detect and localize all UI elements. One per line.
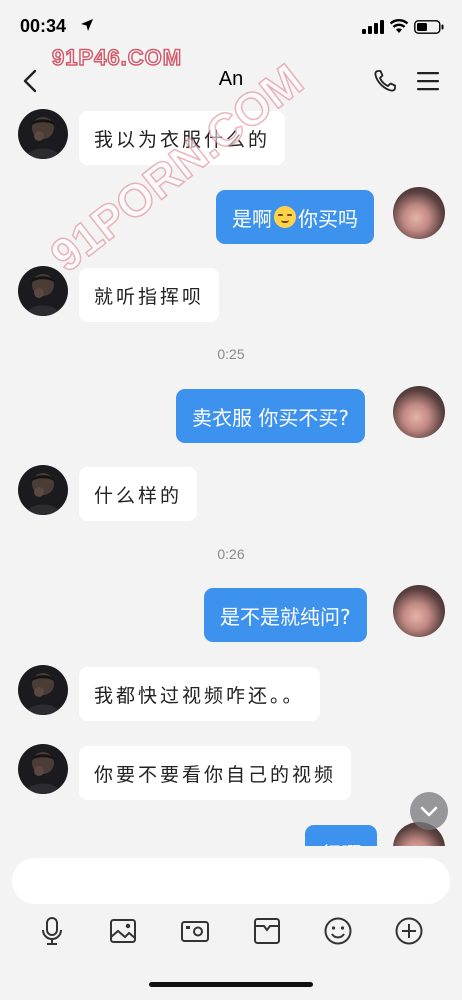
microphone-icon[interactable] bbox=[37, 916, 67, 946]
message-incoming[interactable]: 我以为衣服什么的 bbox=[79, 111, 286, 165]
contact-avatar[interactable] bbox=[18, 109, 68, 159]
contact-avatar[interactable] bbox=[18, 266, 68, 316]
contact-avatar[interactable] bbox=[18, 665, 68, 715]
message-timestamp: 0:26 bbox=[217, 546, 245, 562]
message-text: 你买吗 bbox=[298, 206, 358, 231]
composer-bar bbox=[0, 846, 462, 1000]
message-outgoing[interactable]: 是不是就纯问? bbox=[204, 588, 367, 642]
person-avatar-icon bbox=[26, 117, 60, 159]
message-outgoing[interactable]: 卖衣服 你买不买? bbox=[176, 389, 365, 443]
home-indicator bbox=[149, 982, 313, 987]
scroll-to-bottom-button[interactable] bbox=[410, 792, 448, 830]
message-outgoing[interactable]: 是啊 你买吗 bbox=[216, 190, 374, 244]
phone-call-icon[interactable] bbox=[372, 68, 398, 94]
message-text: 是啊 bbox=[232, 206, 272, 231]
person-avatar-icon bbox=[26, 473, 60, 515]
person-avatar-icon bbox=[26, 673, 60, 715]
wifi-icon bbox=[389, 19, 409, 33]
my-avatar[interactable] bbox=[393, 386, 445, 438]
watermark-logo: 91P46.COM bbox=[51, 44, 183, 71]
camera-icon[interactable] bbox=[180, 916, 210, 946]
message-incoming[interactable]: 就听指挥呗 bbox=[79, 268, 220, 322]
message-incoming[interactable]: 什么样的 bbox=[79, 467, 198, 521]
blush-emoji-icon bbox=[274, 206, 296, 228]
emoji-icon[interactable] bbox=[323, 916, 353, 946]
plus-icon[interactable] bbox=[394, 916, 424, 946]
image-icon[interactable] bbox=[108, 916, 138, 946]
status-time: 00:34 bbox=[20, 16, 67, 36]
my-avatar[interactable] bbox=[393, 585, 445, 637]
inbox-icon[interactable] bbox=[252, 916, 282, 946]
my-avatar[interactable] bbox=[393, 187, 445, 239]
person-avatar-icon bbox=[26, 274, 60, 316]
menu-icon[interactable] bbox=[416, 70, 440, 92]
message-incoming[interactable]: 你要不要看你自己的视频 bbox=[79, 746, 352, 800]
battery-icon bbox=[414, 20, 444, 34]
message-input[interactable] bbox=[12, 858, 450, 904]
chevron-down-icon bbox=[420, 806, 438, 817]
location-arrow-icon bbox=[81, 19, 93, 31]
contact-avatar[interactable] bbox=[18, 465, 68, 515]
person-avatar-icon bbox=[26, 752, 60, 794]
message-incoming[interactable]: 我都快过视频咋还。。 bbox=[79, 667, 320, 721]
cellular-signal-icon bbox=[362, 20, 384, 34]
message-timestamp: 0:25 bbox=[217, 346, 245, 362]
contact-avatar[interactable] bbox=[18, 744, 68, 794]
